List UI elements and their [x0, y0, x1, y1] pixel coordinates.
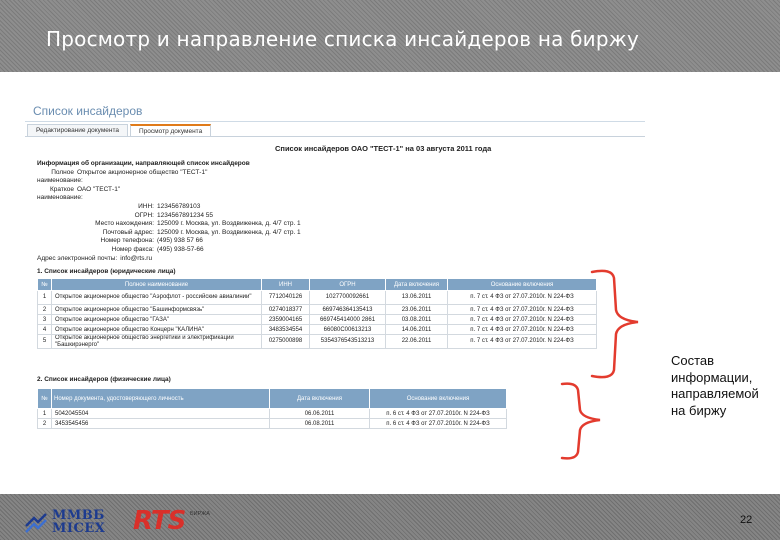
org-row: Краткое наименование: ОАО "ТЕСТ-1" [37, 185, 121, 202]
org-row: Место нахождения: 125009 г. Москва, ул. В… [95, 220, 301, 228]
individuals-table: № Номер документа, удостоверяющего лично… [37, 388, 507, 429]
org-row: Номер факса: (495) 938-57-66 [111, 245, 204, 253]
tab-divider [25, 136, 645, 137]
mmvb-emblem-icon [25, 513, 47, 533]
table-header-row: № Полное наименование ИНН ОГРН Дата вклю… [37, 278, 597, 291]
tab-view-document[interactable]: Просмотр документа [130, 124, 212, 136]
table-row: 1 5042045504 06.06.2011 п. 6 ст. 4 ФЗ от 27… [37, 408, 507, 419]
mmvb-logo: ММВБ MICEX [24, 508, 110, 536]
column-header: ОГРН [309, 278, 386, 291]
table-row: 4 Открытое акционерное общество Концерн "… [37, 324, 597, 335]
org-heading: Информация об организации, направляющей … [37, 160, 250, 167]
column-header: ИНН [261, 278, 310, 291]
brace-legal-entities [590, 269, 639, 379]
individuals-title: 2. Список инсайдеров (физические лица) [37, 376, 171, 383]
column-header: Дата включения [385, 278, 448, 291]
rts-logo-subtitle: БИРЖА [190, 511, 210, 517]
column-header: Дата включения [269, 388, 370, 409]
org-row: ОГРН: 1234567891234 55 [134, 211, 214, 219]
document-title: Список инсайдеров ОАО "ТЕСТ-1" на 03 авг… [275, 144, 492, 153]
slide-title: Просмотр и направление списка инсайдеров… [46, 27, 639, 51]
column-header: Основание включения [447, 278, 597, 291]
org-row: Почтовый адрес: 125009 г. Москва, ул. Воз… [102, 228, 301, 236]
section-title: Список инсайдеров [33, 104, 143, 118]
org-row: Полное наименование: Открытое акционерное… [37, 168, 208, 185]
page-number: 22 [740, 514, 753, 526]
org-row: Номер телефона: (495) 938 57 66 [100, 237, 203, 245]
divider [25, 121, 645, 122]
legal-entities-title: 1. Список инсайдеров (юридические лица) [37, 268, 176, 275]
column-header: № [37, 388, 52, 409]
slide-footer [0, 494, 780, 540]
org-row: ИНН: 123456789103 [138, 202, 201, 210]
rts-logo: RTS [133, 506, 186, 536]
legal-entities-table: № Полное наименование ИНН ОГРН Дата вклю… [37, 278, 597, 349]
slide-header: Просмотр и направление списка инсайдеров… [0, 0, 780, 72]
tab-bar: Редактирование документа Просмотр докуме… [27, 124, 212, 136]
annotation: Состав информации, направляемой на биржу [671, 353, 759, 418]
mmvb-logo-line2: MICEX [52, 521, 106, 536]
table-row: 1 Открытое акционерное общество "Аэрофлот… [37, 290, 597, 305]
table-row: 3 Открытое акционерное общество "ГАЗА" 235… [37, 314, 597, 325]
table-row: 2 3453545456 06.08.2011 п. 6 ст. 4 ФЗ от 27… [37, 418, 507, 429]
table-row: 5 Открытое акционерное общество энергетик… [37, 334, 597, 349]
column-header: Номер документа, удостоверяющего личност… [51, 388, 270, 409]
tab-edit-document[interactable]: Редактирование документа [27, 124, 129, 136]
column-header: Полное наименование [51, 278, 262, 291]
table-header-row: № Номер документа, удостоверяющего лично… [37, 388, 507, 409]
column-header: № [37, 278, 52, 291]
screenshot-panel: Список инсайдеров Редактирование докумен… [25, 102, 645, 442]
org-info: Информация об организации, направляющей … [37, 160, 301, 263]
org-row: Адрес электронной почты: info@rts.ru [37, 254, 153, 262]
brace-individuals [560, 382, 601, 460]
table-row: 2 Открытое акционерное общество "Башинфор… [37, 304, 597, 315]
column-header: Основание включения [369, 388, 507, 409]
